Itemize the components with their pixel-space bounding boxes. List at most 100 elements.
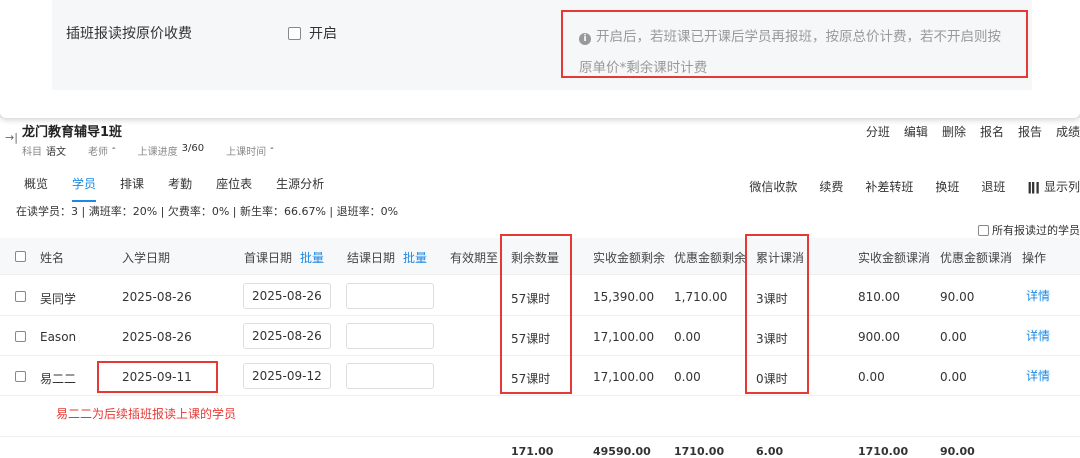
col-end-date: 结课日期 批量 bbox=[347, 249, 427, 266]
tip-line1: 开启后，若班课已开课后学员再报班，按原总价计费，若不开启则按 bbox=[596, 29, 1001, 45]
col-discount-remaining: 优惠金额剩余 bbox=[674, 251, 747, 265]
action-edit[interactable]: 编辑 bbox=[904, 123, 928, 140]
paid-consumed: 810.00 bbox=[858, 290, 900, 304]
column-display-button[interactable]: ǁǀ 显示列 bbox=[1027, 178, 1080, 195]
row-checkbox[interactable] bbox=[15, 331, 26, 342]
tab-overview[interactable]: 概览 bbox=[24, 175, 48, 202]
col-name: 姓名 bbox=[40, 251, 65, 265]
tab-schedule[interactable]: 排课 bbox=[120, 175, 144, 202]
end-date-input[interactable] bbox=[346, 323, 434, 349]
discount-remaining: 0.00 bbox=[674, 370, 701, 384]
all-students-label: 所有报读过的学员 bbox=[992, 224, 1080, 237]
col-paid-remaining: 实收金额剩余 bbox=[593, 251, 666, 265]
total-discount-consumed: 90.00 bbox=[940, 445, 975, 458]
discount-consumed: 90.00 bbox=[940, 290, 975, 304]
select-all-checkbox[interactable] bbox=[15, 251, 26, 262]
action-split-class[interactable]: 分班 bbox=[866, 123, 890, 140]
tab-seating[interactable]: 座位表 bbox=[216, 175, 252, 202]
row-checkbox[interactable] bbox=[15, 291, 26, 302]
paid-remaining: 15,390.00 bbox=[593, 290, 655, 304]
batch-first-date-link[interactable]: 批量 bbox=[300, 251, 324, 265]
progress-value: 3/60 bbox=[181, 143, 205, 154]
first-date-input[interactable]: 2025-08-26 bbox=[243, 323, 331, 349]
column-display-label: 显示列 bbox=[1043, 180, 1080, 194]
tip-box: i 开启后，若班课已开课后学员再报班，按原总价计费，若不开启则按 原单价*剩余课时… bbox=[561, 10, 1028, 78]
enroll-date: 2025-08-26 bbox=[122, 290, 192, 304]
class-meta: 科目 语文 老师 - 上课进度 3/60 上课时间 - bbox=[22, 143, 296, 158]
action-scores[interactable]: 成绩 bbox=[1056, 123, 1080, 140]
student-actions: 微信收款 续费 补差转班 换班 退班 ǁǀ 显示列 bbox=[749, 178, 1080, 195]
col-ops: 操作 bbox=[1022, 251, 1047, 265]
col-first-date-label: 首课日期 bbox=[244, 251, 293, 265]
highlight-remaining-column bbox=[500, 234, 572, 394]
discount-consumed: 0.00 bbox=[940, 370, 967, 384]
settings-panel: 插班报读按原价收费 开启 i 开启后，若班课已开课后学员再报班，按原总价计费，若不… bbox=[0, 0, 1080, 118]
action-delete[interactable]: 删除 bbox=[942, 123, 966, 140]
checkbox-icon[interactable] bbox=[978, 224, 989, 236]
discount-remaining: 1,710.00 bbox=[674, 290, 728, 304]
teacher-label: 老师 bbox=[88, 147, 108, 158]
total-paid-remaining: 49590.00 bbox=[593, 445, 651, 458]
col-valid-until: 有效期至 bbox=[450, 251, 499, 265]
stats-line: 在读学员：3 | 满班率：20% | 欠费率：0% | 新生率：66.67% |… bbox=[16, 205, 399, 218]
tip-line2: 原单价*剩余课时计费 bbox=[579, 60, 708, 76]
teacher-value: - bbox=[112, 143, 116, 154]
collapse-icon[interactable]: →| bbox=[5, 131, 18, 144]
col-discount-consumed: 优惠金额课消 bbox=[940, 251, 1013, 265]
action-withdraw[interactable]: 退班 bbox=[981, 178, 1005, 195]
row-checkbox[interactable] bbox=[15, 371, 26, 382]
enable-checkbox[interactable]: 开启 bbox=[288, 23, 337, 43]
paid-consumed: 900.00 bbox=[858, 330, 900, 344]
col-end-date-label: 结课日期 bbox=[347, 251, 396, 265]
columns-icon: ǁǀ bbox=[1027, 180, 1044, 194]
total-discount-remaining: 1710.00 bbox=[674, 445, 725, 458]
discount-consumed: 0.00 bbox=[940, 330, 967, 344]
tab-students[interactable]: 学员 bbox=[72, 175, 97, 202]
action-wechat-pay[interactable]: 微信收款 bbox=[749, 178, 797, 195]
totals-row: 171.00 49590.00 1710.00 6.00 1710.00 90.… bbox=[0, 436, 1080, 458]
checkbox-label: 开启 bbox=[309, 26, 337, 42]
tab-source-analysis[interactable]: 生源分析 bbox=[276, 175, 324, 202]
annotation-note: 易二二为后续插班报读上课的学员 bbox=[56, 407, 237, 421]
subject-label: 科目 bbox=[22, 147, 42, 158]
info-icon: i bbox=[579, 33, 591, 45]
highlight-consumed-column bbox=[745, 234, 809, 394]
progress-label: 上课进度 bbox=[137, 147, 178, 158]
col-paid-consumed: 实收金额课消 bbox=[858, 251, 931, 265]
paid-consumed: 0.00 bbox=[858, 370, 885, 384]
first-date-input[interactable]: 2025-09-12 bbox=[243, 363, 331, 389]
student-name: 吴同学 bbox=[40, 292, 77, 306]
action-transfer-diff[interactable]: 补差转班 bbox=[865, 178, 913, 195]
end-date-input[interactable] bbox=[346, 283, 434, 309]
total-consumed: 6.00 bbox=[756, 445, 784, 458]
subject-value: 语文 bbox=[46, 147, 66, 158]
action-change-class[interactable]: 换班 bbox=[935, 178, 959, 195]
batch-end-date-link[interactable]: 批量 bbox=[403, 251, 427, 265]
checkbox-icon[interactable] bbox=[288, 26, 301, 40]
action-renew[interactable]: 续费 bbox=[819, 178, 843, 195]
paid-remaining: 17,100.00 bbox=[593, 370, 655, 384]
tab-bar: 概览 学员 排课 考勤 座位表 生源分析 bbox=[24, 175, 324, 202]
time-value: - bbox=[270, 143, 274, 154]
action-report[interactable]: 报告 bbox=[1018, 123, 1042, 140]
total-paid-consumed: 1710.00 bbox=[858, 445, 909, 458]
time-label: 上课时间 bbox=[226, 147, 267, 158]
class-title: 龙门教育辅导1班 bbox=[22, 125, 123, 140]
all-students-checkbox[interactable]: 所有报读过的学员 bbox=[978, 222, 1080, 238]
student-name: 易二二 bbox=[40, 372, 77, 386]
col-first-date: 首课日期 批量 bbox=[244, 249, 324, 266]
details-link[interactable]: 详情 bbox=[1026, 367, 1050, 384]
details-link[interactable]: 详情 bbox=[1026, 287, 1050, 304]
details-link[interactable]: 详情 bbox=[1026, 327, 1050, 344]
paid-remaining: 17,100.00 bbox=[593, 330, 655, 344]
discount-remaining: 0.00 bbox=[674, 330, 701, 344]
tab-attendance[interactable]: 考勤 bbox=[168, 175, 192, 202]
total-remaining: 171.00 bbox=[511, 445, 554, 458]
class-actions: 分班 编辑 删除 报名 报告 成绩 bbox=[866, 123, 1080, 140]
col-enroll-date: 入学日期 bbox=[122, 251, 171, 265]
end-date-input[interactable] bbox=[346, 363, 434, 389]
action-enroll[interactable]: 报名 bbox=[980, 123, 1004, 140]
setting-label: 插班报读按原价收费 bbox=[66, 26, 192, 42]
first-date-input[interactable]: 2025-08-26 bbox=[243, 283, 331, 309]
highlight-enroll-date bbox=[97, 361, 218, 393]
